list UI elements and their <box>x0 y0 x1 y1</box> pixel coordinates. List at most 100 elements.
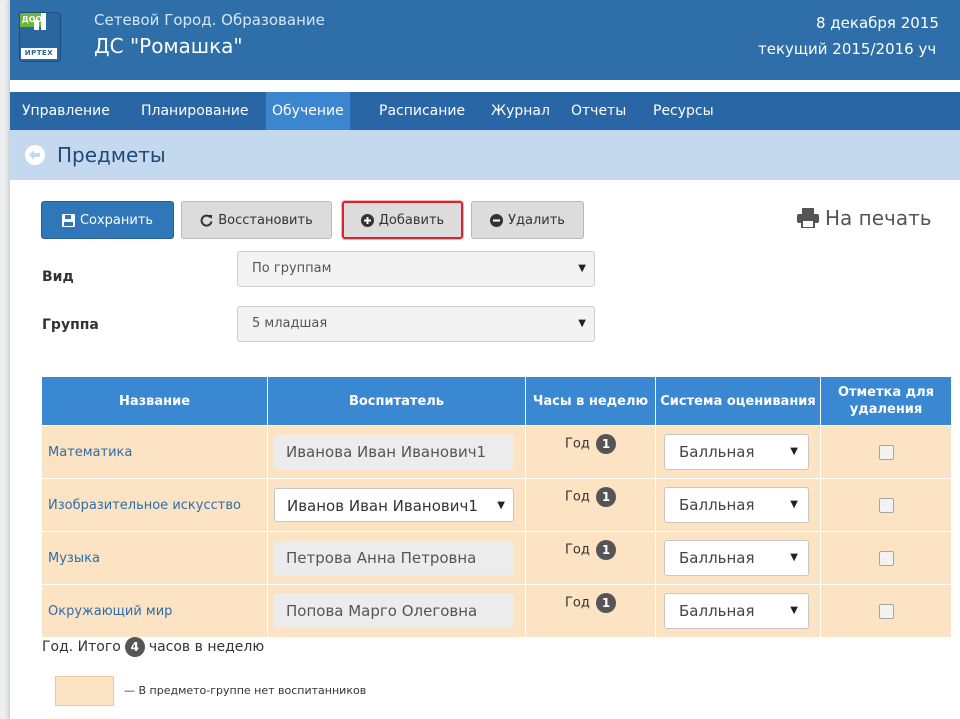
restore-button[interactable]: Восстановить <box>181 201 332 239</box>
grading-value: Балльная <box>679 443 755 461</box>
main-menu: Управление Планирование Обучение Расписа… <box>10 92 960 130</box>
summary-prefix: Год. Итого <box>42 639 121 655</box>
table-row: Музыка Петрова Анна Петровна Год 1 Балль… <box>41 531 952 585</box>
table-row: Окружающий мир Попова Марго Олеговна Год… <box>41 584 952 638</box>
app-window: ДОО ИРТЕХ Сетевой Город. Образование ДС … <box>10 0 960 719</box>
grading-cell: Балльная ▼ <box>655 531 821 585</box>
view-select[interactable]: По группам ▼ <box>237 251 595 287</box>
delete-button-label: Удалить <box>508 212 565 228</box>
grading-select[interactable]: Балльная ▼ <box>664 593 809 629</box>
delete-mark-cell <box>820 531 952 585</box>
back-arrow-icon[interactable] <box>25 145 45 165</box>
chevron-down-icon: ▼ <box>497 500 505 511</box>
menu-item-learning[interactable]: Обучение <box>266 92 350 130</box>
organization-name: ДС "Ромашка" <box>94 34 243 58</box>
chevron-down-icon: ▼ <box>578 318 586 329</box>
plus-circle-icon <box>360 213 374 227</box>
total-hours-badge: 4 <box>124 637 145 657</box>
page-title: Предметы <box>57 143 166 167</box>
grading-value: Балльная <box>679 602 755 620</box>
column-header-teacher[interactable]: Воспитатель <box>267 376 526 426</box>
period-label: Год <box>564 489 590 505</box>
legend-text: — В предмето-группе нет воспитанников <box>124 684 367 697</box>
subject-link[interactable]: Математика <box>41 425 268 479</box>
table-row: Изобразительное искусство Иванов Иван Ив… <box>41 478 952 532</box>
print-link-label: На печать <box>825 206 932 230</box>
hours-badge[interactable]: 1 <box>596 593 616 613</box>
app-logo[interactable]: ДОО ИРТЕХ <box>19 12 61 62</box>
school-year[interactable]: текущий 2015/2016 уч <box>758 40 936 58</box>
teacher-cell: Иванова Иван Иванович1 <box>267 425 526 479</box>
chevron-down-icon: ▼ <box>578 263 586 274</box>
teacher-cell: Иванов Иван Иванович1 ▼ <box>267 478 526 532</box>
subject-link[interactable]: Окружающий мир <box>41 584 268 638</box>
subjects-table: Название Воспитатель Часы в неделю Систе… <box>41 376 952 638</box>
delete-mark-checkbox[interactable] <box>878 497 894 513</box>
teacher-cell: Попова Марго Олеговна <box>267 584 526 638</box>
teacher-field: Петрова Анна Петровна <box>274 541 514 575</box>
menu-item-reports[interactable]: Отчеты <box>565 92 632 130</box>
column-header-delete-mark[interactable]: Отметка для удаления <box>820 376 952 426</box>
group-select[interactable]: 5 младшая ▼ <box>237 306 595 342</box>
legend-swatch <box>55 676 114 706</box>
floppy-disk-icon <box>61 213 75 227</box>
add-button[interactable]: Добавить <box>342 201 463 239</box>
add-button-label: Добавить <box>378 212 445 228</box>
menu-item-journal[interactable]: Журнал <box>485 92 556 130</box>
summary-suffix: часов в неделю <box>148 639 265 655</box>
grading-select[interactable]: Балльная ▼ <box>664 487 809 523</box>
delete-button[interactable]: Удалить <box>471 201 584 239</box>
menu-item-management[interactable]: Управление <box>16 92 116 130</box>
chevron-down-icon: ▼ <box>790 605 798 616</box>
hours-cell: Год 1 <box>525 531 656 585</box>
minus-circle-icon <box>490 213 504 227</box>
hours-cell: Год 1 <box>525 425 656 479</box>
app-title: Сетевой Город. Образование <box>94 11 325 29</box>
grading-value: Балльная <box>679 496 755 514</box>
chevron-down-icon: ▼ <box>790 552 798 563</box>
delete-mark-cell <box>820 478 952 532</box>
hours-summary: Год. Итого 4 часов в неделю <box>42 637 264 657</box>
print-link[interactable]: На печать <box>797 206 932 230</box>
period-label: Год <box>564 542 590 558</box>
teacher-field: Иванова Иван Иванович1 <box>274 435 514 469</box>
column-header-hours[interactable]: Часы в неделю <box>525 376 656 426</box>
group-label: Группа <box>42 317 99 333</box>
column-header-name[interactable]: Название <box>41 376 268 426</box>
hours-badge[interactable]: 1 <box>596 434 616 454</box>
subject-link[interactable]: Музыка <box>41 531 268 585</box>
teacher-cell: Петрова Анна Петровна <box>267 531 526 585</box>
menu-item-planning[interactable]: Планирование <box>135 92 254 130</box>
hours-badge[interactable]: 1 <box>596 540 616 560</box>
subject-link[interactable]: Изобразительное искусство <box>41 478 268 532</box>
grading-value: Балльная <box>679 549 755 567</box>
top-header: ДОО ИРТЕХ Сетевой Город. Образование ДС … <box>10 0 960 80</box>
hours-cell: Год 1 <box>525 584 656 638</box>
hours-badge[interactable]: 1 <box>596 487 616 507</box>
teacher-select[interactable]: Иванов Иван Иванович1 ▼ <box>274 488 514 522</box>
teacher-field: Попова Марго Олеговна <box>274 594 514 628</box>
menu-item-schedule[interactable]: Расписание <box>373 92 471 130</box>
delete-mark-cell <box>820 584 952 638</box>
grading-select[interactable]: Балльная ▼ <box>664 434 809 470</box>
page-title-bar: Предметы <box>10 130 960 180</box>
chevron-down-icon: ▼ <box>790 499 798 510</box>
table-row: Математика Иванова Иван Иванович1 Год 1 … <box>41 425 952 479</box>
delete-mark-checkbox[interactable] <box>878 550 894 566</box>
column-header-grading[interactable]: Система оценивания <box>655 376 821 426</box>
grading-cell: Балльная ▼ <box>655 478 821 532</box>
delete-mark-cell <box>820 425 952 479</box>
delete-mark-checkbox[interactable] <box>878 444 894 460</box>
save-button-label: Сохранить <box>79 212 154 228</box>
grading-select[interactable]: Балльная ▼ <box>664 540 809 576</box>
table-header-row: Название Воспитатель Часы в неделю Систе… <box>41 376 952 426</box>
chevron-down-icon: ▼ <box>790 446 798 457</box>
menu-item-resources[interactable]: Ресурсы <box>647 92 720 130</box>
logo-irtex-label: ИРТЕХ <box>21 48 57 59</box>
delete-mark-checkbox[interactable] <box>878 603 894 619</box>
save-button[interactable]: Сохранить <box>41 201 174 239</box>
grading-cell: Балльная ▼ <box>655 425 821 479</box>
refresh-icon <box>200 214 213 227</box>
grading-cell: Балльная ▼ <box>655 584 821 638</box>
period-label: Год <box>564 595 590 611</box>
